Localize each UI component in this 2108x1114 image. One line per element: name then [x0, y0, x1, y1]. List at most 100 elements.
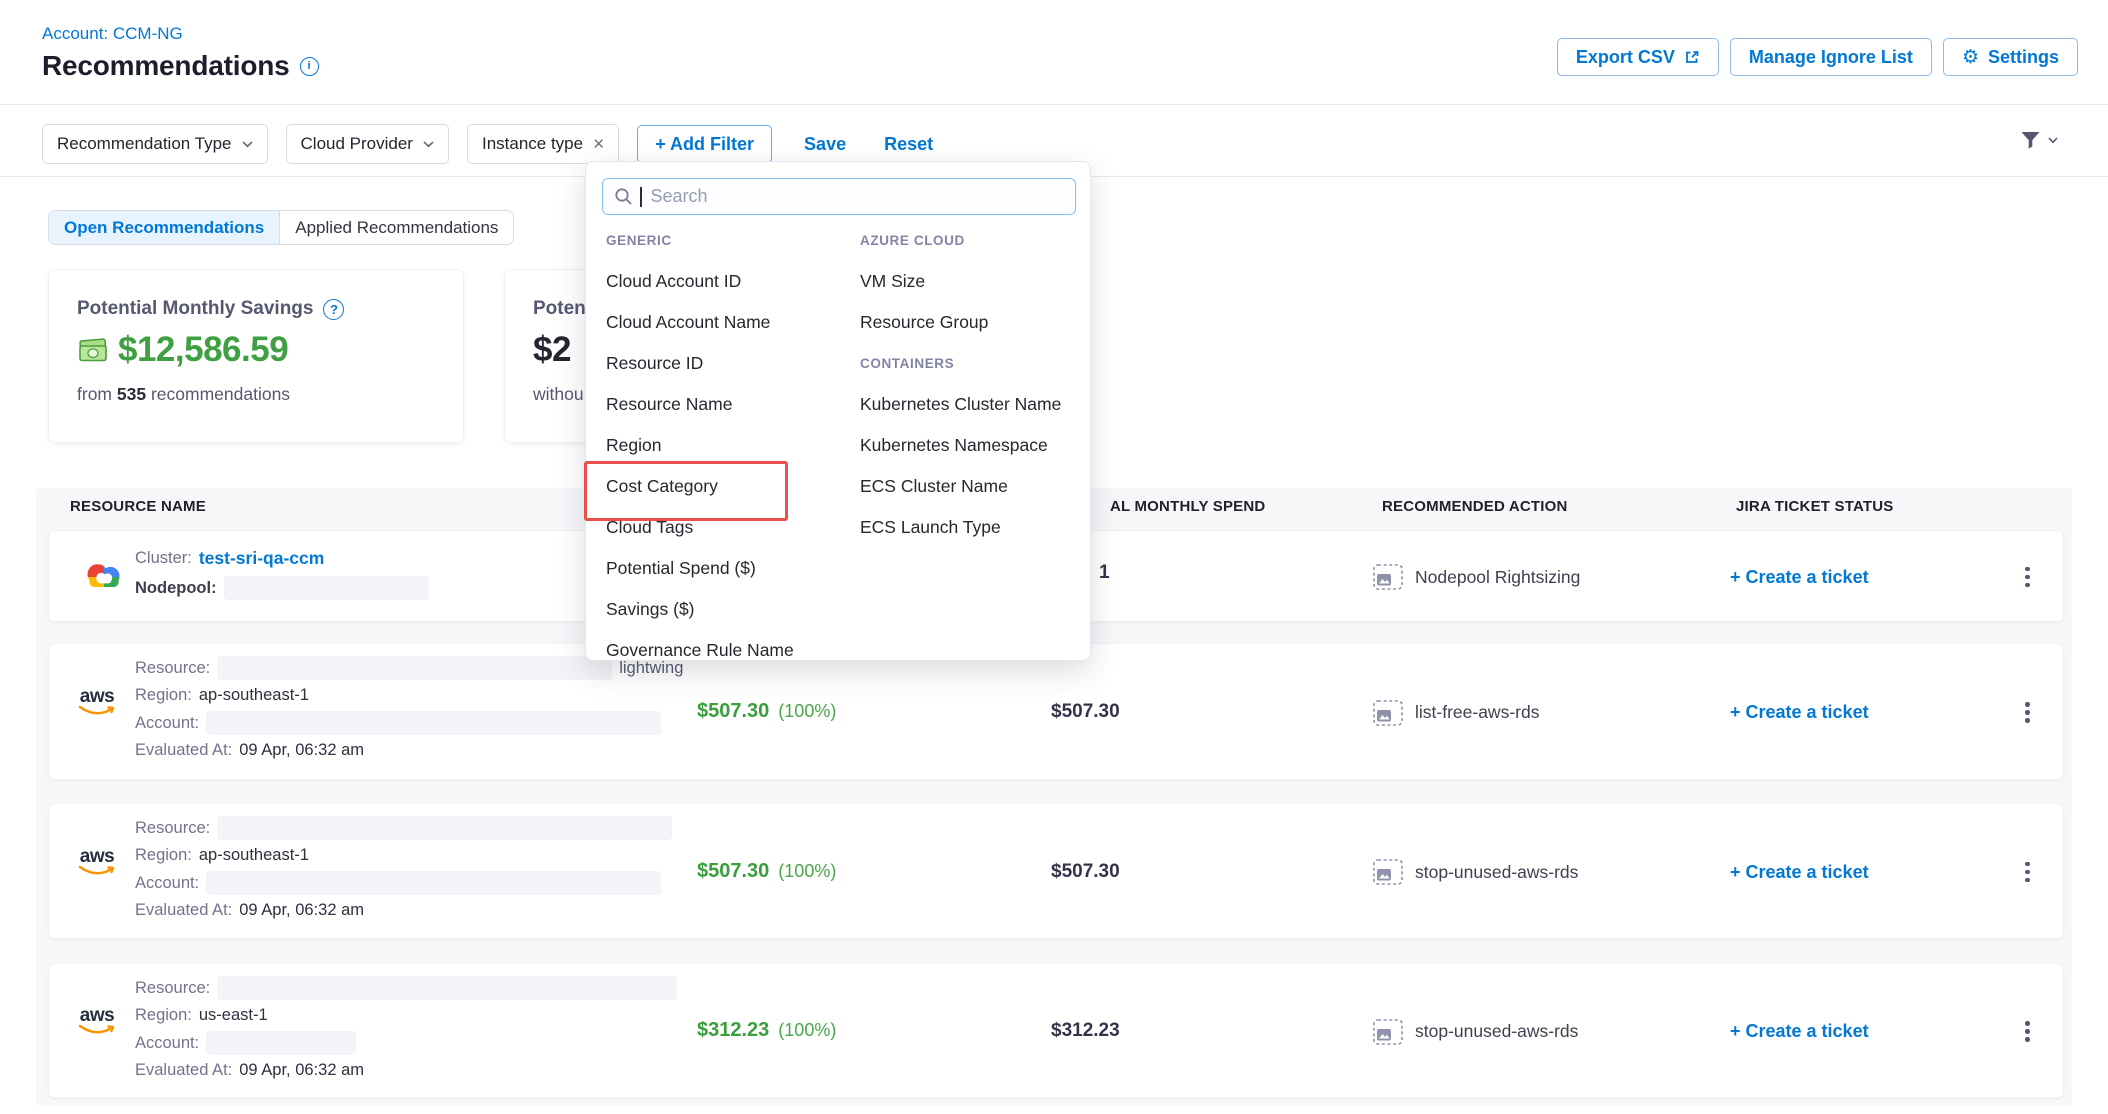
search-icon [614, 187, 633, 206]
filter-option-resource-id[interactable]: Resource ID [606, 343, 854, 384]
row-menu-button[interactable] [2021, 563, 2034, 592]
info-icon[interactable]: i [300, 57, 319, 76]
cluster-name-link[interactable]: test-sri-qa-ccm [199, 548, 324, 569]
recommended-action: list-free-aws-rds [1373, 644, 1539, 781]
region-label: Region: [135, 846, 192, 865]
aws-icon: aws [75, 1007, 119, 1037]
filter-option-cloud-account-name[interactable]: Cloud Account Name [606, 302, 854, 343]
row-menu-button[interactable] [2021, 858, 2034, 887]
search-input[interactable] [649, 185, 1065, 208]
tab-applied-recommendations[interactable]: Applied Recommendations [279, 211, 513, 244]
region-value: ap-southeast-1 [199, 846, 309, 865]
card-title: Potential Monthly Savings [77, 298, 313, 320]
redacted-account-value [206, 1031, 356, 1055]
table-row[interactable]: aws Resource: lightwing Region: ap-south… [48, 643, 2064, 780]
filter-chip-instance-type[interactable]: Instance type × [467, 124, 619, 164]
create-ticket-button[interactable]: + Create a ticket [1730, 862, 1869, 883]
region-value: ap-southeast-1 [199, 686, 309, 705]
aws-icon: aws [75, 688, 119, 718]
spend-amount: $2 [533, 330, 571, 370]
export-csv-label: Export CSV [1576, 47, 1675, 68]
aws-icon: aws [75, 848, 119, 878]
filter-menu-button[interactable] [2020, 131, 2058, 150]
dropdown-search[interactable] [602, 178, 1076, 215]
funnel-icon [2020, 131, 2041, 150]
filter-option-kubernetes-namespace[interactable]: Kubernetes Namespace [860, 425, 1080, 466]
filter-group-azure-cloud: AZURE CLOUD [860, 220, 1080, 261]
redacted-account-value [206, 871, 661, 895]
row-menu-button[interactable] [2021, 1017, 2034, 1046]
create-ticket-button[interactable]: + Create a ticket [1730, 1021, 1869, 1042]
page-title: Recommendations [42, 50, 290, 82]
filter-option-region[interactable]: Region [606, 425, 854, 466]
filter-group-containers: CONTAINERS [860, 343, 1080, 384]
tab-open-recommendations[interactable]: Open Recommendations [49, 211, 279, 244]
filter-option-ecs-cluster-name[interactable]: ECS Cluster Name [860, 466, 1080, 507]
savings-subtitle: from 535 recommendations [77, 384, 290, 405]
filter-option-cost-category[interactable]: Cost Category [606, 466, 854, 507]
filter-option-savings[interactable]: Savings ($) [606, 589, 854, 630]
manage-ignore-list-label: Manage Ignore List [1749, 47, 1913, 68]
filter-chip-recommendation-type[interactable]: Recommendation Type [42, 124, 268, 164]
evaluated-at-label: Evaluated At: [135, 741, 232, 760]
help-icon[interactable]: ? [323, 299, 344, 320]
gcp-icon [82, 558, 126, 596]
redacted-resource-value [217, 656, 612, 680]
account-label: Account: [135, 874, 199, 893]
chevron-down-icon [423, 141, 434, 148]
save-button[interactable]: Save [804, 134, 846, 155]
settings-label: Settings [1988, 47, 2059, 68]
filter-option-potential-spend[interactable]: Potential Spend ($) [606, 548, 854, 589]
filter-chip-cloud-provider[interactable]: Cloud Provider [286, 124, 449, 164]
action-label: stop-unused-aws-rds [1415, 862, 1578, 883]
column-header-jira-ticket-status: JIRA TICKET STATUS [1736, 498, 1894, 515]
settings-button[interactable]: ⚙ Settings [1943, 38, 2078, 76]
recommendations-tabs: Open Recommendations Applied Recommendat… [48, 210, 514, 245]
region-value: us-east-1 [199, 1006, 268, 1025]
filter-option-ecs-launch-type[interactable]: ECS Launch Type [860, 507, 1080, 548]
action-label: stop-unused-aws-rds [1415, 1021, 1578, 1042]
resource-label: Resource: [135, 819, 210, 838]
evaluated-at-value: 09 Apr, 06:32 am [239, 901, 364, 920]
cluster-label: Cluster: [135, 549, 192, 568]
create-ticket-button[interactable]: + Create a ticket [1730, 702, 1869, 723]
external-link-icon [1684, 49, 1700, 65]
filter-option-vm-size[interactable]: VM Size [860, 261, 1080, 302]
chip-label: Cloud Provider [301, 134, 413, 154]
broken-image-icon [1373, 564, 1403, 590]
filter-option-kubernetes-cluster-name[interactable]: Kubernetes Cluster Name [860, 384, 1080, 425]
monthly-spend-value: $312.23 [1051, 1020, 1120, 1042]
filter-option-cloud-account-id[interactable]: Cloud Account ID [606, 261, 854, 302]
table-row[interactable]: aws Resource: Region: ap-southeast-1 Acc… [48, 803, 2064, 939]
savings-percent: (100%) [778, 1020, 836, 1041]
reset-button[interactable]: Reset [884, 134, 933, 155]
aws-wordmark: aws [80, 688, 114, 705]
savings-value: $507.30 [697, 860, 769, 883]
money-icon [77, 338, 109, 363]
filter-option-resource-name[interactable]: Resource Name [606, 384, 854, 425]
monthly-spend-value: $507.30 [1051, 701, 1120, 723]
evaluated-at-value: 09 Apr, 06:32 am [239, 741, 364, 760]
manage-ignore-list-button[interactable]: Manage Ignore List [1730, 38, 1932, 76]
filter-option-governance-rule-name[interactable]: Governance Rule Name [606, 630, 854, 671]
chip-label: Recommendation Type [57, 134, 232, 154]
recommended-action: stop-unused-aws-rds [1373, 964, 1578, 1099]
filter-option-cloud-tags[interactable]: Cloud Tags [606, 507, 854, 548]
chevron-down-icon [2048, 137, 2058, 144]
close-icon[interactable]: × [593, 135, 604, 154]
region-label: Region: [135, 686, 192, 705]
breadcrumb[interactable]: Account: CCM-NG [42, 24, 183, 44]
card-title: Poten [533, 298, 586, 320]
export-csv-button[interactable]: Export CSV [1557, 38, 1719, 76]
aws-wordmark: aws [80, 848, 114, 865]
add-filter-button[interactable]: + Add Filter [637, 125, 772, 163]
redacted-account-value [206, 711, 661, 735]
redacted-resource-value [217, 976, 677, 1000]
row-menu-button[interactable] [2021, 698, 2034, 727]
filter-option-resource-group[interactable]: Resource Group [860, 302, 1080, 343]
header-divider [0, 104, 2108, 105]
create-ticket-button[interactable]: + Create a ticket [1730, 567, 1869, 588]
table-row[interactable]: aws Resource: Region: us-east-1 Account:… [48, 963, 2064, 1098]
aws-wordmark: aws [80, 1007, 114, 1024]
broken-image-icon [1373, 859, 1403, 885]
